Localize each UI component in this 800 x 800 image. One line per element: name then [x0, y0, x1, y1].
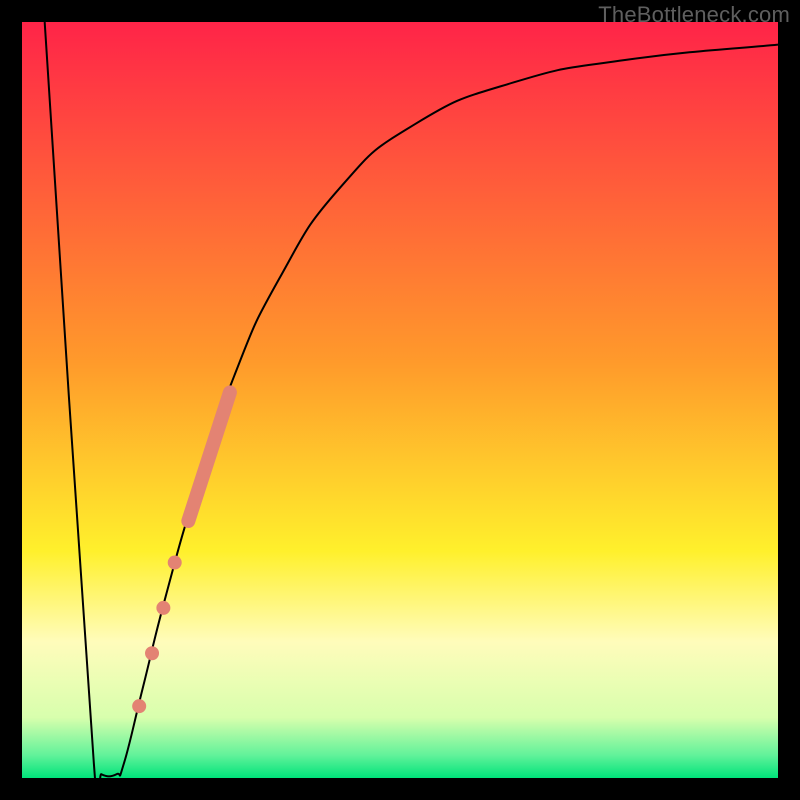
plot-area: [22, 22, 778, 778]
highlight-dot: [145, 646, 159, 660]
chart-frame: TheBottleneck.com: [0, 0, 800, 800]
gradient-background: [22, 22, 778, 778]
highlight-dot: [156, 601, 170, 615]
highlight-dot: [132, 699, 146, 713]
chart-svg: [22, 22, 778, 778]
highlight-dot: [168, 556, 182, 570]
